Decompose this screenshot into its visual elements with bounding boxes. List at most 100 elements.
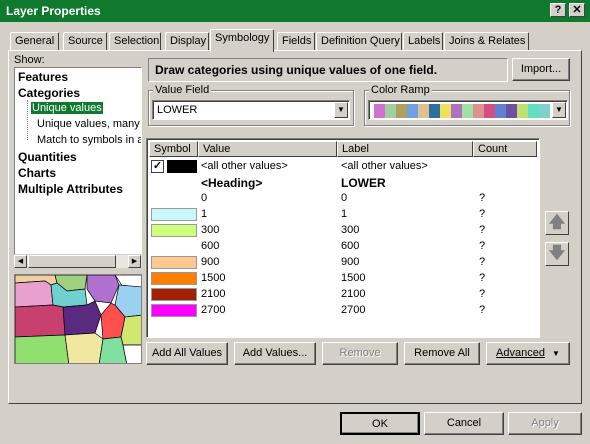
- tree-item-features[interactable]: Features: [18, 70, 68, 84]
- color-ramp-swatch: [484, 104, 495, 118]
- ok-button[interactable]: OK: [340, 412, 420, 435]
- tree-connector: [27, 100, 28, 140]
- symbol-swatch[interactable]: [151, 256, 197, 269]
- color-ramp-swatch: [462, 104, 473, 118]
- remove-button[interactable]: Remove: [322, 342, 398, 365]
- row-count: ?: [479, 224, 486, 236]
- table-row[interactable]: 1500 1500?: [149, 271, 539, 287]
- move-up-arrow-icon[interactable]: 🡅: [545, 211, 569, 235]
- row-value: 2700: [201, 304, 226, 316]
- check-icon[interactable]: ✓: [151, 160, 164, 173]
- row-label: 0: [341, 192, 348, 204]
- table-row[interactable]: 600 600?: [149, 239, 539, 255]
- value-field-label: Value Field: [153, 84, 212, 96]
- help-button[interactable]: ?: [550, 3, 566, 17]
- tab-display[interactable]: Display: [165, 32, 209, 51]
- color-ramp-swatch: [495, 104, 506, 118]
- row-value: 1: [201, 208, 208, 220]
- import-button[interactable]: Import...: [512, 58, 570, 81]
- value-field-select[interactable]: LOWER ▼: [152, 100, 350, 120]
- color-ramp-swatch: [374, 104, 385, 118]
- row-label: 2700: [341, 304, 366, 316]
- tree-item-unique-values-many[interactable]: Unique values, many f: [37, 118, 141, 130]
- color-ramp-swatch: [396, 104, 407, 118]
- symbol-swatch[interactable]: [151, 224, 197, 237]
- add-all-values-button[interactable]: Add All Values: [146, 342, 228, 365]
- tab-symbology[interactable]: Symbology: [210, 29, 274, 52]
- column-header-count[interactable]: Count: [473, 141, 537, 157]
- color-ramp-swatch: [418, 104, 429, 118]
- row-label: 600: [341, 240, 360, 252]
- tab-definition-query[interactable]: Definition Query: [316, 32, 402, 51]
- remove-all-button[interactable]: Remove All: [404, 342, 480, 365]
- symbol-swatch[interactable]: [151, 272, 197, 285]
- symbol-swatch[interactable]: [151, 192, 197, 205]
- value-field-value: LOWER: [157, 104, 198, 116]
- row-value: 1500: [201, 272, 226, 284]
- chevron-down-icon[interactable]: ▼: [334, 102, 348, 118]
- color-ramp-swatch: [407, 104, 418, 118]
- row-value: 0: [201, 192, 208, 204]
- tab-source[interactable]: Source: [63, 32, 107, 51]
- chevron-down-icon: ▼: [552, 349, 560, 358]
- symbol-swatch[interactable]: [151, 208, 197, 221]
- scroll-right-icon[interactable]: ▶: [128, 255, 141, 268]
- window-title: Layer Properties: [6, 4, 101, 18]
- close-button[interactable]: ✕: [569, 3, 585, 17]
- show-label: Show:: [14, 54, 45, 66]
- table-row[interactable]: 900 900?: [149, 255, 539, 271]
- table-row[interactable]: 2700 2700?: [149, 303, 539, 319]
- apply-button[interactable]: Apply: [508, 412, 582, 435]
- tab-selection[interactable]: Selection: [109, 32, 161, 51]
- renderer-tree[interactable]: Features Categories Unique values Unique…: [14, 67, 142, 265]
- symbol-value-list[interactable]: Symbol Value Label Count ✓ <all other va…: [146, 138, 540, 338]
- row-count: ?: [479, 240, 486, 252]
- tab-general[interactable]: General: [10, 32, 59, 51]
- tree-item-multiple-attributes[interactable]: Multiple Attributes: [18, 182, 123, 196]
- tab-fields[interactable]: Fields: [277, 32, 315, 51]
- color-ramp-swatch: [385, 104, 396, 118]
- scroll-left-icon[interactable]: ◀: [14, 255, 27, 268]
- column-header-symbol[interactable]: Symbol: [149, 141, 198, 157]
- symbol-swatch[interactable]: [151, 288, 197, 301]
- chevron-down-icon[interactable]: ▼: [552, 102, 566, 118]
- row-value: 600: [201, 240, 220, 252]
- tree-horizontal-scrollbar[interactable]: ◀ ▶: [14, 254, 142, 268]
- table-row[interactable]: 300 300?: [149, 223, 539, 239]
- symbol-swatch[interactable]: [151, 240, 197, 253]
- color-ramp-select[interactable]: ▼: [368, 100, 568, 120]
- symbol-swatch[interactable]: [167, 160, 197, 173]
- symbol-swatch[interactable]: [151, 304, 197, 317]
- column-header-label[interactable]: Label: [337, 141, 473, 157]
- row-count: ?: [479, 272, 486, 284]
- tab-joins-relates[interactable]: Joins & Relates: [444, 32, 529, 51]
- column-header-value[interactable]: Value: [198, 141, 337, 157]
- row-label: 1500: [341, 272, 366, 284]
- table-row[interactable]: 2100 2100?: [149, 287, 539, 303]
- cancel-button[interactable]: Cancel: [424, 412, 504, 435]
- row-count: ?: [479, 192, 486, 204]
- tree-item-categories[interactable]: Categories: [18, 86, 80, 100]
- tree-item-match-to-symbols[interactable]: Match to symbols in a: [37, 134, 141, 146]
- table-row-other[interactable]: ✓ <all other values> <all other values>: [149, 159, 539, 175]
- tree-item-unique-values[interactable]: Unique values: [31, 102, 103, 114]
- scroll-thumb[interactable]: [28, 255, 116, 268]
- advanced-button[interactable]: Advanced ▼: [486, 342, 570, 365]
- table-row[interactable]: 1 1?: [149, 207, 539, 223]
- table-row[interactable]: 0 0?: [149, 191, 539, 207]
- tab-labels[interactable]: Labels: [403, 32, 443, 51]
- color-ramp-swatch: [451, 104, 462, 118]
- row-value: 300: [201, 224, 220, 236]
- title-bar: Layer Properties ? ✕: [0, 0, 590, 22]
- tree-item-charts[interactable]: Charts: [18, 166, 56, 180]
- table-row-heading[interactable]: <Heading> LOWER: [149, 175, 539, 191]
- row-label: <all other values>: [341, 160, 428, 172]
- color-ramp-swatch: [429, 104, 440, 118]
- add-values-button[interactable]: Add Values...: [234, 342, 316, 365]
- row-value: <all other values>: [201, 160, 288, 172]
- move-down-arrow-icon[interactable]: 🡇: [545, 242, 569, 266]
- color-ramp-swatch: [539, 104, 550, 118]
- row-count: ?: [479, 256, 486, 268]
- color-ramp-swatch: [517, 104, 528, 118]
- tree-item-quantities[interactable]: Quantities: [18, 150, 77, 164]
